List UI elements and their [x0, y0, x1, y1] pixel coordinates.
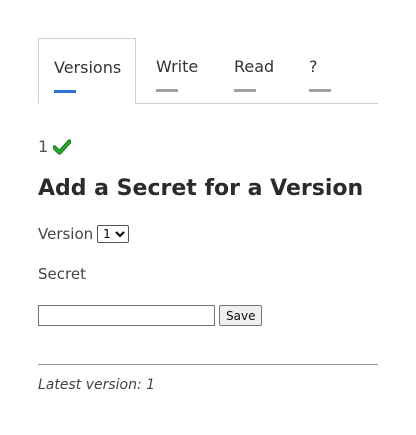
version-number: 1	[38, 137, 49, 156]
tab-label: ?	[309, 57, 318, 76]
page-title: Add a Secret for a Version	[38, 176, 364, 201]
check-icon	[52, 138, 72, 155]
tab-bar: Versions Write Read ?	[38, 38, 378, 104]
version-list-item[interactable]: 1	[38, 137, 72, 156]
tab-active-indicator	[54, 90, 76, 93]
secret-row: Save	[38, 305, 263, 326]
tab-label: Versions	[54, 58, 122, 77]
tab-label: Read	[234, 57, 275, 76]
tab-versions[interactable]: Versions	[38, 38, 136, 104]
latest-version-note: Latest version: 1	[38, 377, 156, 393]
secret-label: Secret	[38, 265, 86, 283]
tab-indicator	[309, 89, 331, 92]
tab-read[interactable]: Read	[214, 38, 289, 103]
secret-input[interactable]	[38, 305, 215, 326]
tab-write[interactable]: Write	[136, 38, 214, 103]
tab-label: Write	[156, 57, 199, 76]
tab-help[interactable]: ?	[289, 38, 349, 103]
divider	[38, 364, 378, 365]
save-button[interactable]: Save	[219, 305, 263, 326]
page: Versions Write Read ? 1 Add a Secret for…	[0, 0, 416, 435]
version-select[interactable]: 1	[97, 225, 130, 243]
tab-indicator	[234, 89, 256, 92]
version-field: Version 1	[38, 225, 130, 243]
tab-indicator	[156, 89, 178, 92]
version-label: Version	[38, 225, 94, 243]
